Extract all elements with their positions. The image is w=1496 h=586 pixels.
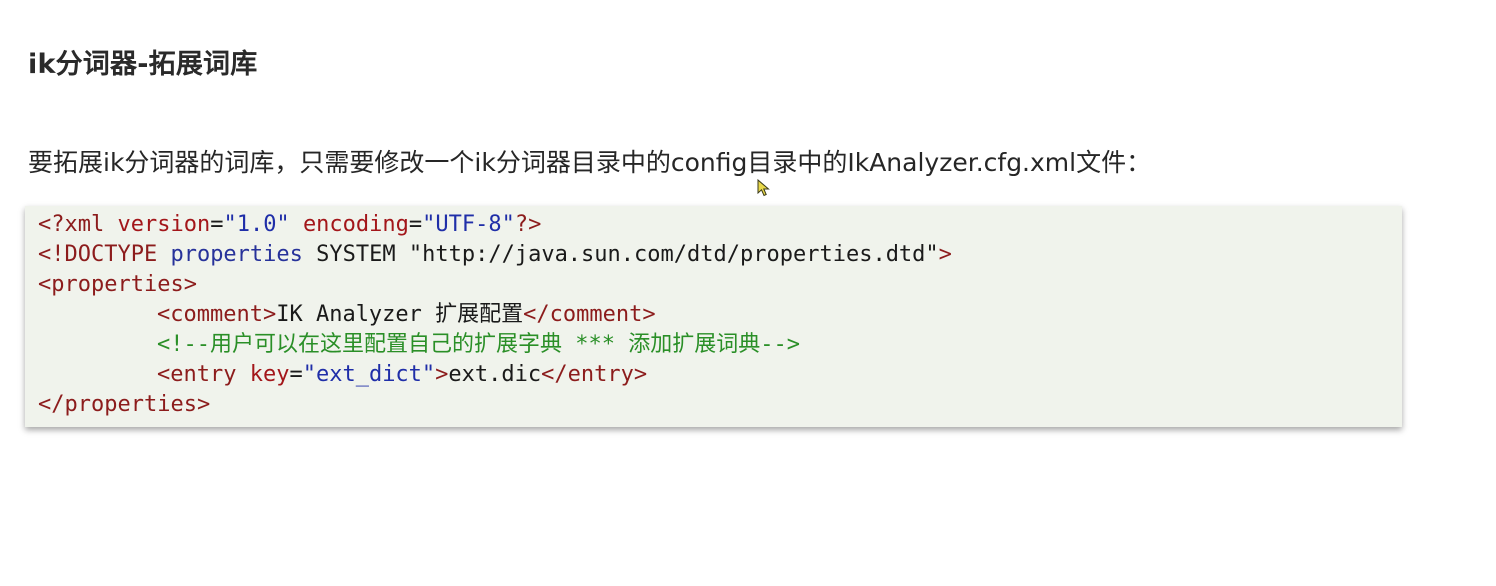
version-value: "1.0" (223, 212, 290, 237)
comment-text: IK Analyzer 扩展配置 (276, 302, 524, 327)
doctype-close: > (938, 242, 952, 267)
doctype-open: <!DOCTYPE (38, 242, 171, 267)
entry-open-tag: <entry (157, 362, 250, 387)
encoding-value: "UTF-8" (422, 212, 515, 237)
doctype-root: properties (170, 242, 303, 267)
properties-close-tag: </properties> (38, 392, 211, 417)
entry-open-tag-end: > (435, 362, 449, 387)
encoding-attr: encoding (302, 212, 409, 237)
page-title: ik分词器-拓展词库 (28, 49, 258, 80)
doctype-system: SYSTEM "http://java.sun.com/dtd/properti… (302, 242, 939, 267)
version-attr: version (117, 212, 211, 237)
code-line-5: <!--用户可以在这里配置自己的扩展字典 *** 添加扩展词典--> (38, 330, 1402, 360)
code-line-6: <entry key="ext_dict">ext.dic</entry> (38, 360, 1402, 390)
code-line-2: <!DOCTYPE properties SYSTEM "http://java… (38, 240, 1402, 270)
comment-open-tag: <comment> (157, 302, 277, 327)
code-line-1: <?xml version="1.0" encoding="UTF-8"?> (38, 210, 1402, 240)
comment-close-tag: </comment> (523, 302, 656, 327)
equals-sign: = (289, 362, 303, 387)
intro-paragraph: 要拓展ik分词器的词库，只需要修改一个ik分词器目录中的config目录中的Ik… (28, 148, 1152, 177)
mouse-pointer-icon (757, 179, 770, 197)
xml-decl-close: ?> (514, 212, 542, 237)
code-line-7: </properties> (38, 390, 1402, 420)
key-value: "ext_dict" (302, 362, 436, 387)
code-line-3: <properties> (38, 270, 1402, 300)
properties-open-tag: <properties> (38, 272, 197, 297)
entry-text: ext.dic (448, 362, 542, 387)
key-attr: key (249, 362, 290, 387)
xml-decl-open: <?xml (38, 212, 118, 237)
equals-sign: = (408, 212, 423, 237)
xml-comment: <!--用户可以在这里配置自己的扩展字典 *** 添加扩展词典--> (157, 332, 800, 357)
entry-close-tag: </entry> (541, 362, 648, 387)
code-line-4: <comment>IK Analyzer 扩展配置</comment> (38, 300, 1402, 330)
xml-code-block: <?xml version="1.0" encoding="UTF-8"?> <!… (25, 206, 1402, 427)
equals-sign: = (210, 212, 224, 237)
